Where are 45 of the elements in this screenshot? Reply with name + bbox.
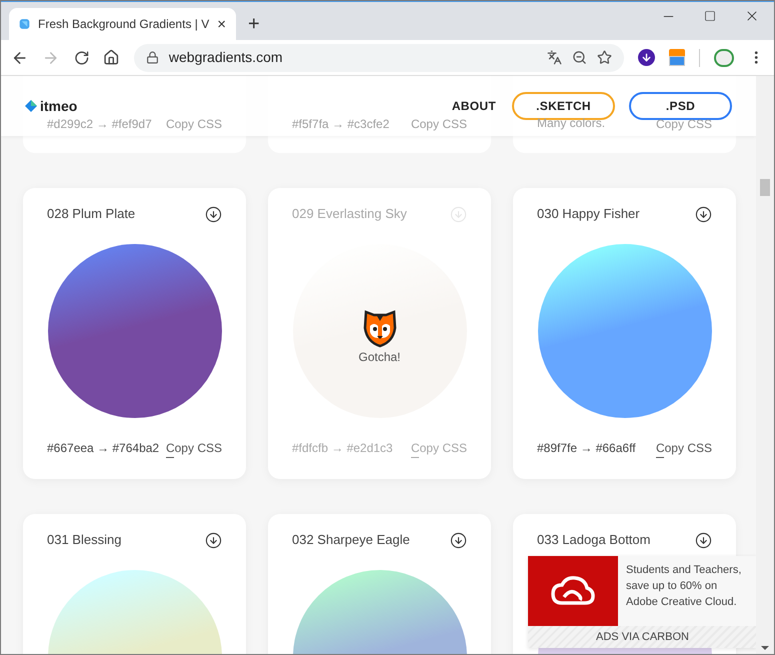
download-extension-icon[interactable] bbox=[638, 49, 655, 66]
extension-icon[interactable] bbox=[668, 49, 686, 66]
hex-codes: #89f7fe → #66a6ff bbox=[537, 440, 636, 457]
home-icon[interactable] bbox=[103, 49, 120, 66]
address-bar[interactable]: webgradients.com bbox=[134, 44, 624, 72]
tab-title: Fresh Background Gradients | V bbox=[38, 16, 210, 33]
ad-text[interactable]: Students and Teachers, save up to 60% on Adobe Creative Cloud. bbox=[618, 556, 756, 626]
gradient-title: 031 Blessing bbox=[47, 531, 122, 550]
gradient-title: 028 Plum Plate bbox=[47, 205, 136, 224]
gradient-title: 030 Happy Fisher bbox=[537, 205, 640, 224]
about-link[interactable]: ABOUT bbox=[452, 97, 496, 115]
download-button[interactable]: .SKETCH bbox=[512, 92, 616, 120]
scrollbar[interactable] bbox=[756, 76, 774, 654]
logo-text[interactable]: itmeo bbox=[40, 96, 78, 116]
ads-via-carbon-label[interactable]: ADS VIA CARBON bbox=[528, 626, 756, 648]
bookmark-star-icon[interactable] bbox=[597, 50, 612, 65]
lock-icon bbox=[146, 51, 159, 64]
logo-diamond-icon bbox=[25, 100, 37, 112]
favicon-icon bbox=[19, 16, 30, 32]
gradient-title: 033 Ladoga Bottom bbox=[537, 531, 650, 550]
copy-css-button[interactable]: Copy CSS bbox=[656, 439, 712, 457]
download-icon[interactable] bbox=[695, 206, 712, 222]
close-tab-button[interactable]: × bbox=[217, 16, 226, 32]
extension-icon[interactable] bbox=[714, 48, 734, 66]
download-icon[interactable] bbox=[695, 532, 712, 548]
cloud-logo-icon bbox=[550, 575, 596, 607]
hex-codes: #d299c2 → #fef9d7 bbox=[47, 116, 152, 133]
hex-codes: #667eea → #764ba2 bbox=[47, 440, 160, 457]
reload-icon[interactable] bbox=[74, 50, 90, 66]
download-button[interactable]: .PSD bbox=[629, 92, 732, 120]
new-tab-button[interactable]: + bbox=[248, 14, 260, 34]
browser-tab[interactable]: Fresh Background Gradients | V × bbox=[9, 8, 236, 40]
url-text: webgradients.com bbox=[168, 48, 284, 67]
zoom-out-icon[interactable] bbox=[572, 50, 588, 65]
hex-codes: #f5f7fa → #c3cfe2 bbox=[292, 116, 390, 133]
download-icon[interactable] bbox=[205, 206, 222, 222]
copy-css-button[interactable]: Copy CSS bbox=[166, 439, 222, 457]
download-icon[interactable] bbox=[450, 532, 467, 548]
gradient-title: 029 Everlasting Sky bbox=[292, 205, 407, 224]
maximize-icon[interactable] bbox=[704, 10, 716, 22]
translate-icon[interactable] bbox=[547, 50, 562, 65]
download-icon[interactable] bbox=[205, 532, 222, 548]
gotcha-label: Gotcha! bbox=[358, 349, 401, 366]
gradient-title: 032 Sharpeye Eagle bbox=[292, 531, 410, 550]
hex-codes: #fdfcfb → #e2d1c3 bbox=[292, 440, 393, 457]
